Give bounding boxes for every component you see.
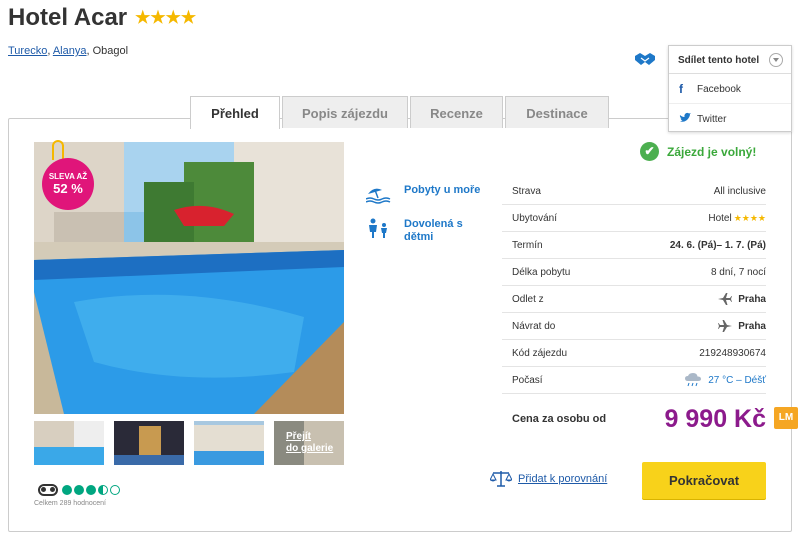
availability-status: ✔ Zájezd je volný! xyxy=(640,142,756,161)
tab-destination[interactable]: Destinace xyxy=(505,96,609,128)
share-dropdown-toggle[interactable]: Sdílet tento hotel xyxy=(669,46,791,74)
tripadvisor-rating[interactable] xyxy=(38,484,122,496)
beach-icon xyxy=(366,188,391,204)
add-to-compare-link[interactable]: Přidat k porovnání xyxy=(490,470,607,488)
tab-description[interactable]: Popis zájezdu xyxy=(282,96,408,128)
rating-bubble xyxy=(86,485,96,495)
detail-row-weather: Počasí 27 °C – Déšť xyxy=(502,367,766,394)
tab-overview[interactable]: Přehled xyxy=(190,96,280,129)
last-minute-badge: LM xyxy=(774,407,798,429)
detail-row-departure: Odlet z Praha xyxy=(502,286,766,313)
sale-badge: SLEVA AŽ 52 % xyxy=(42,158,94,210)
family-icon xyxy=(369,218,387,238)
rating-bubble xyxy=(74,485,84,495)
plane-icon xyxy=(718,293,733,305)
detail-row-date: Termín 24. 6. (Pá)– 1. 7. (Pá) xyxy=(502,232,766,259)
tab-bar: Přehled Popis zájezdu Recenze Destinace xyxy=(190,96,611,129)
breadcrumb: Turecko, Alanya, Obagol xyxy=(8,45,129,57)
review-count: Celkem 289 hodnocení xyxy=(34,500,106,507)
tripadvisor-owl-icon xyxy=(38,484,58,496)
continue-button[interactable]: Pokračovat xyxy=(642,462,766,499)
handshake-icon[interactable] xyxy=(634,50,656,68)
check-icon: ✔ xyxy=(640,142,659,161)
thumbnail-strip: Přejít do galerie xyxy=(34,421,354,465)
tab-reviews[interactable]: Recenze xyxy=(410,96,503,128)
breadcrumb-city: Obagol xyxy=(92,45,129,57)
sale-tag-string xyxy=(52,140,64,160)
accommodation-stars: ★★★★ xyxy=(733,212,766,223)
breadcrumb-region[interactable]: Alanya xyxy=(53,45,87,57)
breadcrumb-country[interactable]: Turecko xyxy=(8,45,47,57)
thumbnail-1[interactable] xyxy=(34,421,104,465)
rating-bubble xyxy=(62,485,72,495)
detail-row-duration: Délka pobytu 8 dní, 7 nocí xyxy=(502,259,766,286)
thumbnail-3[interactable] xyxy=(194,421,264,465)
price-row: Cena za osobu od 9 990 Kč xyxy=(512,404,766,433)
rain-cloud-icon xyxy=(685,373,702,387)
scales-icon xyxy=(490,471,512,487)
detail-row-return: Návrat do Praha xyxy=(502,313,766,340)
hotel-title: Hotel Acar ★★★★ xyxy=(8,4,196,32)
twitter-icon xyxy=(679,112,691,122)
feature-family[interactable]: Dovolená s dětmi xyxy=(366,218,494,244)
hotel-name: Hotel Acar xyxy=(8,4,128,31)
chevron-down-icon xyxy=(769,53,783,67)
rating-bubble xyxy=(110,485,120,495)
detail-row-code: Kód zájezdu 219248930674 xyxy=(502,340,766,367)
rating-bubble xyxy=(98,485,108,495)
share-facebook[interactable]: f Facebook xyxy=(669,74,791,103)
thumbnail-2[interactable] xyxy=(114,421,184,465)
plane-icon xyxy=(718,320,733,332)
trip-details: Strava All inclusive Ubytování Hotel ★★★★ T… xyxy=(502,178,766,394)
detail-row-accommodation: Ubytování Hotel ★★★★ xyxy=(502,205,766,232)
feature-beach[interactable]: Pobyty u moře xyxy=(366,184,494,204)
hotel-stars: ★★★★ xyxy=(135,8,197,27)
share-dropdown: Sdílet tento hotel f Facebook Twitter xyxy=(668,45,792,132)
price-value: 9 990 Kč xyxy=(664,404,766,433)
detail-row-meal: Strava All inclusive xyxy=(502,178,766,205)
facebook-icon: f xyxy=(679,82,683,96)
gallery-link[interactable]: Přejít do galerie xyxy=(274,421,344,465)
share-twitter[interactable]: Twitter xyxy=(669,103,791,132)
